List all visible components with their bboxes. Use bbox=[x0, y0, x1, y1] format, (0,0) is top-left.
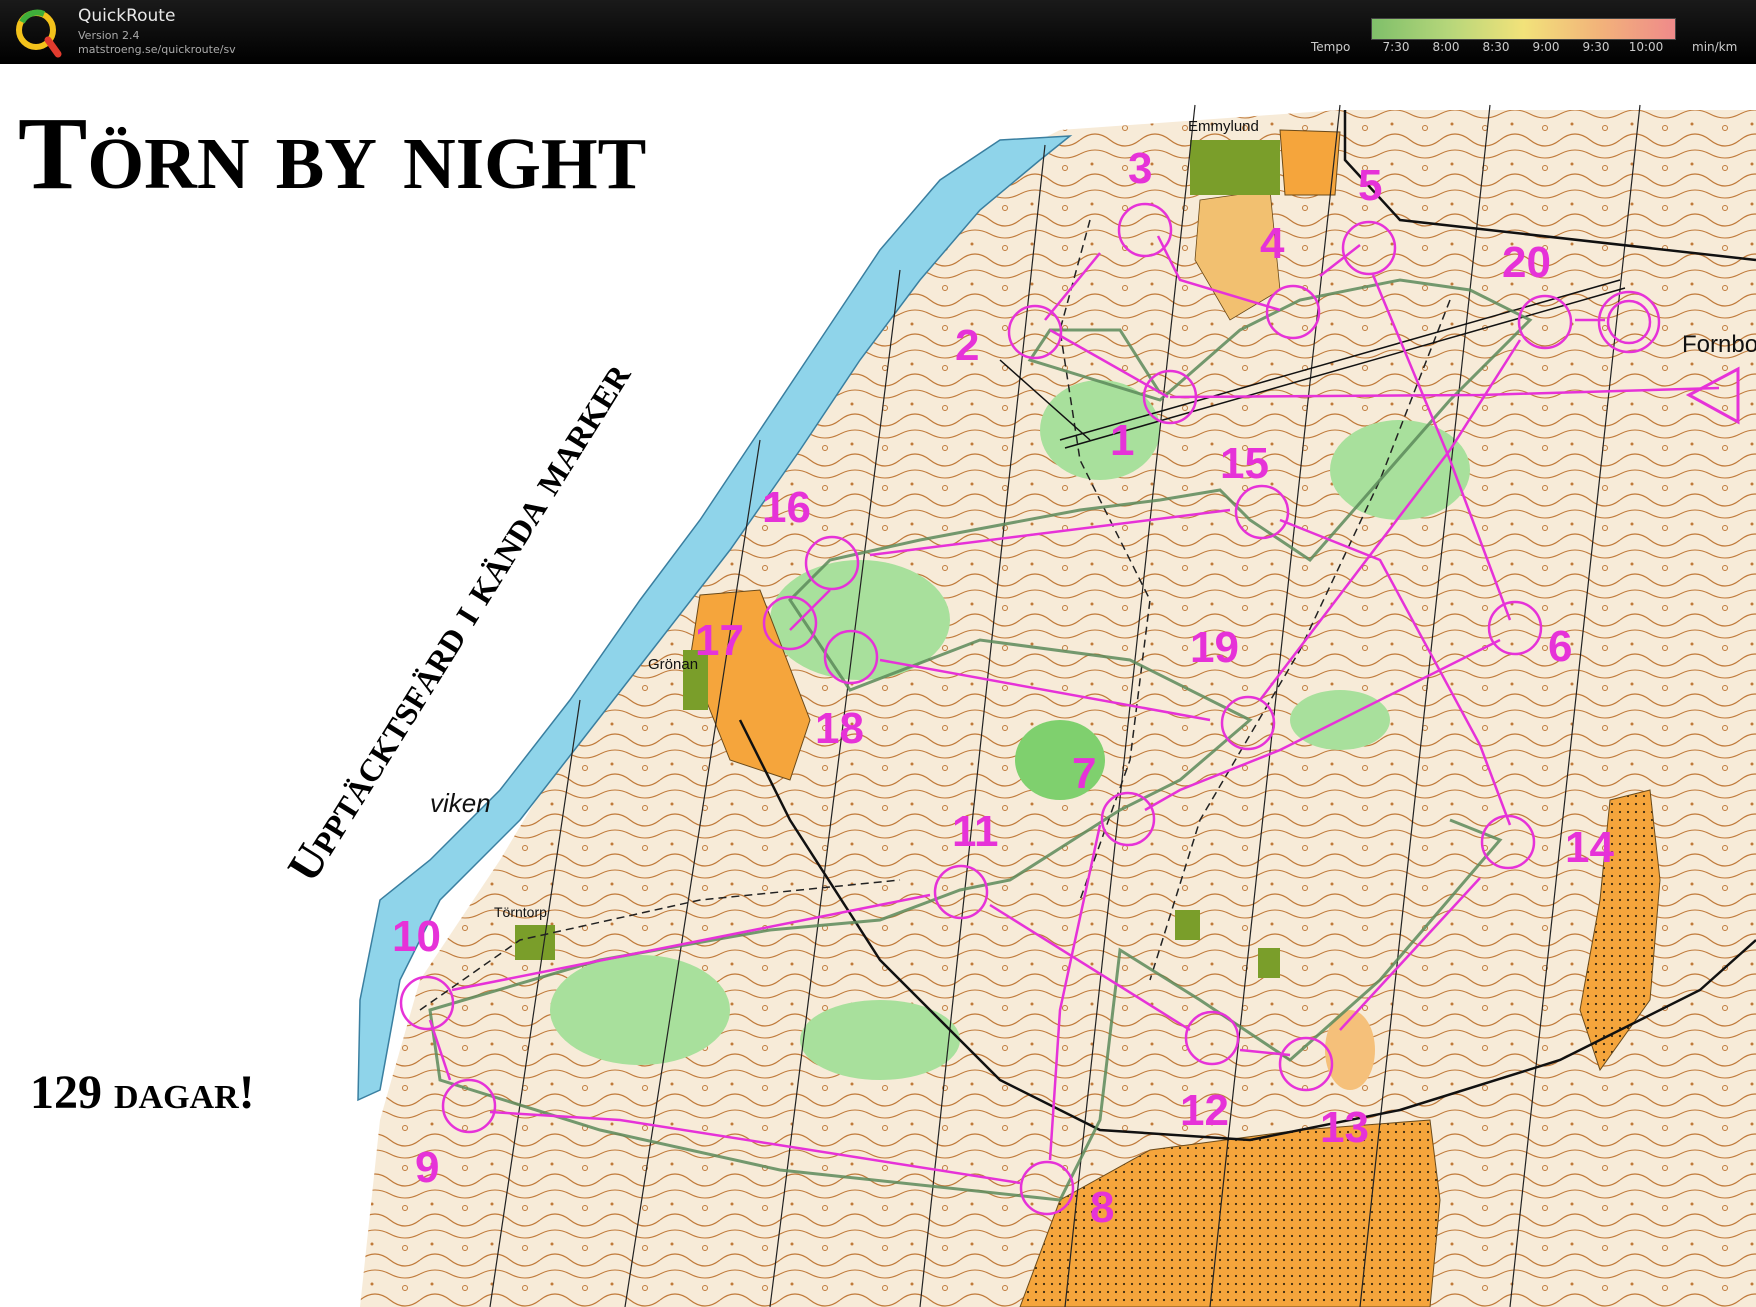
control-number: 10 bbox=[392, 912, 441, 961]
place-name: Emmylund bbox=[1188, 118, 1259, 135]
control-number: 3 bbox=[1128, 144, 1152, 193]
control-number: 12 bbox=[1180, 1086, 1229, 1135]
control-number: 2 bbox=[955, 321, 979, 370]
tempo-tick: 9:30 bbox=[1582, 40, 1610, 54]
green-area bbox=[800, 1000, 960, 1080]
place-name: Törntorp bbox=[494, 904, 547, 920]
tempo-tick: 8:30 bbox=[1482, 40, 1510, 54]
place-name: viken bbox=[430, 788, 491, 818]
control-number: 13 bbox=[1320, 1103, 1369, 1152]
green-area bbox=[1330, 420, 1470, 520]
control-number: 11 bbox=[952, 807, 999, 856]
control-number: 4 bbox=[1260, 219, 1285, 268]
control-number: 14 bbox=[1565, 823, 1614, 872]
control-number: 18 bbox=[815, 704, 864, 753]
control-number: 20 bbox=[1502, 238, 1551, 287]
place-name: Grönan bbox=[648, 656, 698, 673]
building-area bbox=[1190, 140, 1280, 195]
app-version: Version 2.4 bbox=[78, 29, 140, 42]
building-area bbox=[1258, 948, 1280, 978]
control-number: 19 bbox=[1190, 623, 1239, 672]
tempo-tick: 7:30 bbox=[1382, 40, 1410, 54]
control-number: 5 bbox=[1358, 161, 1382, 210]
tempo-tick: 10:00 bbox=[1628, 40, 1664, 54]
tempo-tick: 9:00 bbox=[1532, 40, 1560, 54]
orienteering-map[interactable]: 1 2 3 4 5 6 7 8 9 10 11 12 13 14 15 16 1… bbox=[0, 64, 1756, 1307]
control-number: 8 bbox=[1090, 1183, 1114, 1232]
control-number: 6 bbox=[1548, 622, 1572, 671]
control-number: 7 bbox=[1072, 749, 1096, 798]
place-name: Fornbo bbox=[1682, 331, 1756, 358]
tempo-color-scale bbox=[1371, 18, 1676, 40]
app-url: matstroeng.se/quickroute/sv bbox=[78, 43, 236, 56]
green-area bbox=[550, 955, 730, 1065]
app-name: QuickRoute bbox=[78, 6, 176, 26]
control-number: 17 bbox=[695, 616, 744, 665]
building-area bbox=[515, 925, 555, 960]
control-number: 15 bbox=[1220, 439, 1269, 488]
control-number: 1 bbox=[1110, 416, 1134, 465]
map-title: Törn by night bbox=[18, 96, 646, 211]
tempo-unit: min/km bbox=[1692, 40, 1738, 54]
control-number: 9 bbox=[415, 1143, 439, 1192]
building-area bbox=[1175, 910, 1200, 940]
countdown-text: 129 dagar! bbox=[30, 1066, 255, 1119]
quickroute-logo-icon bbox=[16, 9, 62, 58]
tempo-tick: 8:00 bbox=[1432, 40, 1460, 54]
tempo-label: Tempo bbox=[1311, 40, 1351, 54]
control-number: 16 bbox=[762, 483, 811, 532]
app-header: QuickRoute Version 2.4 matstroeng.se/qui… bbox=[0, 0, 1756, 64]
